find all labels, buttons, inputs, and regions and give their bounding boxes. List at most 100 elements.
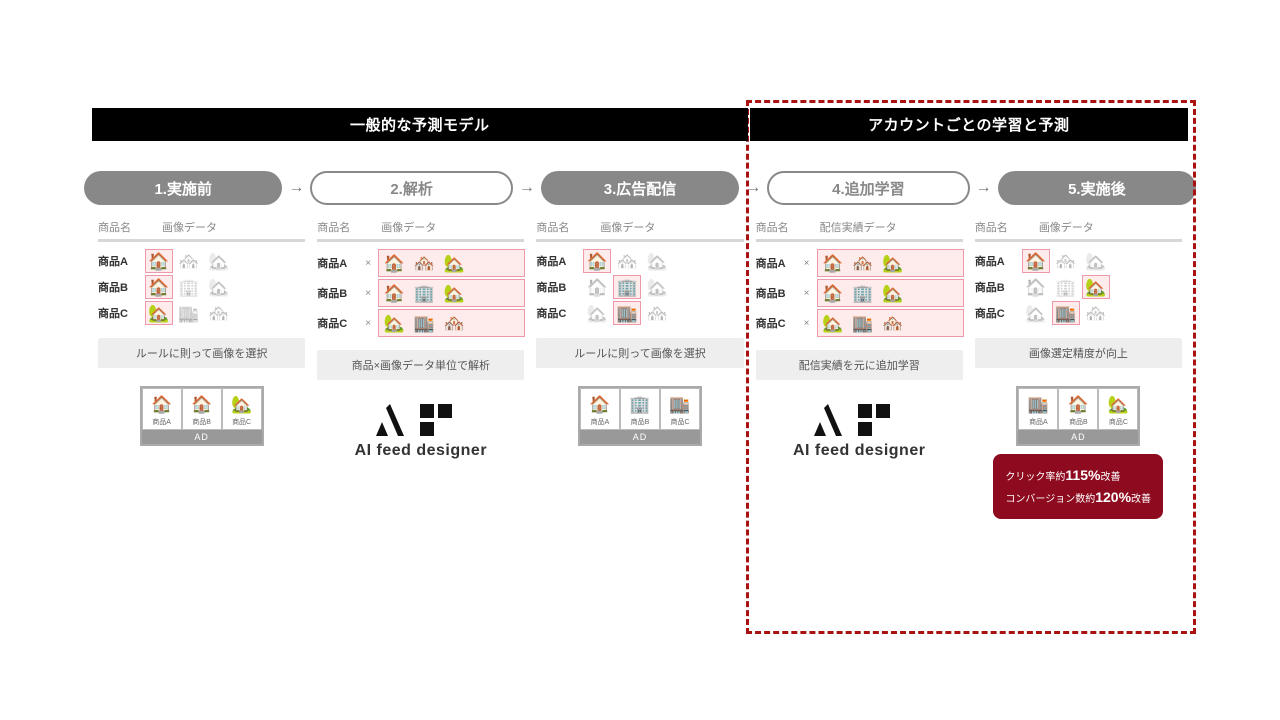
row-b: 商品B 🏠🏢🏡 [98, 276, 305, 298]
row-b: 商品B× 🏠🏢🏡 [756, 280, 963, 306]
col-analyze: 商品名画像データ 商品A× 🏠🏘️🏡 商品B× 🏠🏢🏡 商品C× 🏡🏬🏘️ 商品… [311, 219, 530, 519]
house-icon: 🏡 [1083, 276, 1109, 298]
house-icon: 🏠 [189, 393, 215, 415]
house-icon: 🏠 [146, 276, 172, 298]
house-icon: 🏠 [587, 393, 613, 415]
house-icon: 🏢 [627, 393, 653, 415]
subhead-perf: 配信実績データ [820, 219, 963, 235]
house-icon: 🏠 [584, 250, 610, 272]
caption: 配信実績を元に追加学習 [756, 350, 963, 380]
row-b: 商品B 🏠🏢🏡 [536, 276, 743, 298]
house-icon: 🏬 [1053, 302, 1079, 324]
arrow-icon: → [739, 179, 767, 197]
multiply-icon: × [365, 318, 373, 329]
subhead-name: 商品名 [756, 219, 802, 235]
ad-preview: 🏬商品A 🏠商品B 🏡商品C AD [1016, 386, 1140, 446]
row-a: 商品A 🏠🏘️🏡 [98, 250, 305, 272]
house-icon: 🏡 [1105, 393, 1131, 415]
arrow-icon: → [970, 179, 998, 197]
arrow-icon: → [282, 179, 310, 197]
house-icon: 🏬 [1025, 393, 1051, 415]
row-b: 商品B× 🏠🏢🏡 [317, 280, 524, 306]
house-icon: 🏢 [411, 282, 437, 304]
step-4: 4.追加学習 [767, 171, 969, 205]
multiply-icon: × [365, 258, 373, 269]
house-icon: 🏢 [850, 282, 876, 304]
col-before: 商品名画像データ 商品A 🏠🏘️🏡 商品B 🏠🏢🏡 商品C 🏡🏬🏘️ ルールに則… [92, 219, 311, 519]
step-3: 3.広告配信 [541, 171, 739, 205]
house-icon: 🏡 [880, 282, 906, 304]
house-icon: 🏘️ [176, 250, 202, 272]
house-icon: 🏠 [820, 282, 846, 304]
divider [975, 239, 1182, 242]
ad-label: AD [580, 430, 700, 444]
divider [98, 239, 305, 242]
header-per-account: アカウントごとの学習と予測 [750, 108, 1188, 141]
house-icon: 🏡 [381, 312, 407, 334]
row-c: 商品C× 🏡🏬🏘️ [756, 310, 963, 336]
row-c: 商品C× 🏡🏬🏘️ [317, 310, 524, 336]
multiply-icon: × [804, 258, 812, 269]
house-icon: 🏠 [820, 252, 846, 274]
subhead-name: 商品名 [536, 219, 582, 235]
house-icon: 🏘️ [614, 250, 640, 272]
subhead-image: 画像データ [381, 219, 524, 235]
house-icon: 🏘️ [1053, 250, 1079, 272]
house-icon: 🏡 [206, 250, 232, 272]
house-icon: 🏠 [584, 276, 610, 298]
house-icon: 🏡 [146, 302, 172, 324]
house-icon: 🏡 [1083, 250, 1109, 272]
house-icon: 🏡 [880, 252, 906, 274]
subhead-name: 商品名 [98, 219, 144, 235]
subhead-image: 画像データ [1039, 219, 1182, 235]
multiply-icon: × [365, 288, 373, 299]
caption: ルールに則って画像を選択 [536, 338, 743, 368]
ad-preview: 🏠商品A 🏠商品B 🏡商品C AD [140, 386, 264, 446]
house-icon: 🏠 [149, 393, 175, 415]
caption: 画像選定精度が向上 [975, 338, 1182, 368]
step-5: 5.実施後 [998, 171, 1196, 205]
divider [536, 239, 743, 242]
row-a: 商品A 🏠🏘️🏡 [536, 250, 743, 272]
divider [317, 239, 524, 242]
multiply-icon: × [804, 288, 812, 299]
house-icon: 🏢 [176, 276, 202, 298]
house-icon: 🏡 [229, 393, 255, 415]
row-a: 商品A 🏠🏘️🏡 [975, 250, 1182, 272]
house-icon: 🏘️ [850, 252, 876, 274]
house-icon: 🏬 [667, 393, 693, 415]
row-c: 商品C 🏡🏬🏘️ [975, 302, 1182, 324]
ad-preview: 🏠商品A 🏢商品B 🏬商品C AD [578, 386, 702, 446]
row-a: 商品A× 🏠🏘️🏡 [756, 250, 963, 276]
house-icon: 🏡 [1023, 302, 1049, 324]
house-icon: 🏘️ [880, 312, 906, 334]
house-icon: 🏡 [644, 250, 670, 272]
multiply-icon: × [804, 318, 812, 329]
divider [756, 239, 963, 242]
ai-feed-designer-logo: AI feed designer [355, 402, 487, 460]
col-after: 商品名画像データ 商品A 🏠🏘️🏡 商品B 🏠🏢🏡 商品C 🏡🏬🏘️ 画像選定精… [969, 219, 1188, 519]
caption: ルールに則って画像を選択 [98, 338, 305, 368]
house-icon: 🏡 [820, 312, 846, 334]
ad-label: AD [142, 430, 262, 444]
diagram: 一般的な予測モデル アカウントごとの学習と予測 1.実施前 → 2.解析 → 3… [0, 0, 1280, 720]
row-c: 商品C 🏡🏬🏘️ [536, 302, 743, 324]
subhead-name: 商品名 [975, 219, 1021, 235]
caption: 商品×画像データ単位で解析 [317, 350, 524, 380]
house-icon: 🏠 [146, 250, 172, 272]
row-c: 商品C 🏡🏬🏘️ [98, 302, 305, 324]
subhead-name: 商品名 [317, 219, 363, 235]
house-icon: 🏬 [850, 312, 876, 334]
house-icon: 🏠 [1023, 276, 1049, 298]
step-2: 2.解析 [310, 171, 512, 205]
house-icon: 🏬 [176, 302, 202, 324]
house-icon: 🏠 [381, 252, 407, 274]
house-icon: 🏠 [381, 282, 407, 304]
col-deliver: 商品名画像データ 商品A 🏠🏘️🏡 商品B 🏠🏢🏡 商品C 🏡🏬🏘️ ルールに則… [530, 219, 749, 519]
col-retrain: 商品名配信実績データ 商品A× 🏠🏘️🏡 商品B× 🏠🏢🏡 商品C× 🏡🏬🏘️ … [750, 219, 969, 519]
arrow-icon: → [513, 179, 541, 197]
house-icon: 🏢 [1053, 276, 1079, 298]
section-headers: 一般的な予測モデル アカウントごとの学習と予測 [92, 108, 1188, 141]
house-icon: 🏘️ [441, 312, 467, 334]
step-1: 1.実施前 [84, 171, 282, 205]
